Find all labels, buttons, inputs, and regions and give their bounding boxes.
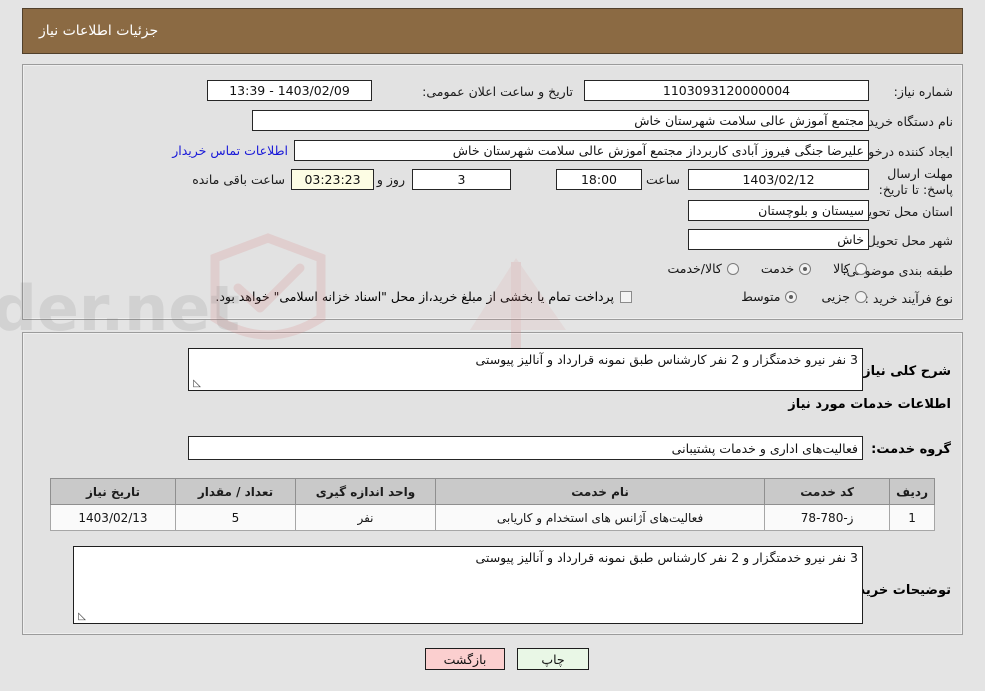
radio-icon[interactable]: [785, 290, 798, 303]
category-option-khedmat[interactable]: خدمت: [760, 261, 812, 276]
purchase-type-label: نوع فرآیند خرید :: [864, 291, 953, 306]
purchase-type-radio-group: جزیی متوسط: [741, 289, 867, 304]
category-option-kala-khedmat[interactable]: کالا/خدمت: [667, 261, 739, 276]
need-info-panel: [22, 64, 963, 320]
buyer-notes-textarea[interactable]: 3 نفر نیرو خدمتگزار و 2 نفر کارشناس طبق …: [73, 546, 863, 624]
category-option-label: کالا/خدمت: [667, 261, 722, 276]
treasury-bond-label: پرداخت تمام یا بخشی از مبلغ خرید،از محل …: [215, 289, 614, 304]
radio-icon[interactable]: [726, 262, 739, 275]
need-number-label: شماره نیاز:: [893, 84, 953, 99]
purchase-option-jozee[interactable]: جزیی: [821, 289, 867, 304]
need-desc-textarea[interactable]: 3 نفر نیرو خدمتگزار و 2 نفر کارشناس طبق …: [188, 348, 863, 391]
page-title: جزئیات اطلاعات نیاز: [39, 23, 159, 39]
buyer-notes-value: 3 نفر نیرو خدمتگزار و 2 نفر کارشناس طبق …: [475, 550, 859, 565]
resize-grip-icon[interactable]: ◺: [76, 612, 86, 622]
service-group-value: فعالیت‌های اداری و خدمات پشتیبانی: [188, 436, 863, 460]
cell-name: فعالیت‌های آژانس های استخدام و کاریابی: [434, 504, 766, 531]
page-root: AriaTender.net جزئیات اطلاعات نیاز شماره…: [0, 0, 985, 691]
resize-grip-icon[interactable]: ◺: [191, 379, 201, 389]
deadline-date-value: 1403/02/12: [688, 169, 869, 190]
print-button[interactable]: چاپ: [517, 648, 589, 670]
need-desc-label: شرح کلی نیاز:: [857, 364, 951, 379]
category-option-label: کالا: [833, 261, 850, 276]
deadline-hour-label: ساعت: [645, 172, 680, 187]
city-label: شهر محل تحویل:: [862, 233, 953, 248]
category-radio-group: کالا خدمت کالا/خدمت: [667, 261, 867, 276]
purchase-option-motavaset[interactable]: متوسط: [741, 289, 798, 304]
service-group-label: گروه خدمت:: [871, 442, 951, 457]
cell-code: ز-780-78: [764, 504, 891, 531]
radio-icon[interactable]: [855, 290, 867, 303]
th-name: نام خدمت: [434, 478, 766, 505]
category-option-label: خدمت: [760, 261, 795, 276]
table-row: 1 ز-780-78 فعالیت‌های آژانس های استخدام …: [50, 504, 935, 531]
th-row: ردیف: [889, 478, 935, 505]
remaining-days-value: 3: [412, 169, 511, 190]
th-quantity: تعداد / مقدار: [175, 478, 296, 505]
cell-row: 1: [889, 504, 935, 531]
deadline-label: مهلت ارسال پاسخ: تا تاریخ:: [878, 166, 953, 198]
radio-icon[interactable]: [799, 262, 812, 275]
creator-value: علیرضا جنگی فیروز آبادی کاربرداز مجتمع آ…: [294, 140, 869, 161]
window-title-bar: جزئیات اطلاعات نیاز: [22, 8, 963, 54]
announce-datetime-label: تاریخ و ساعت اعلان عمومی:: [422, 84, 573, 99]
table-header-row: ردیف کد خدمت نام خدمت واحد اندازه گیری ت…: [50, 478, 935, 505]
back-button[interactable]: بازگشت: [425, 648, 505, 670]
city-value: خاش: [688, 229, 869, 250]
need-number-value: 1103093120000004: [584, 80, 869, 101]
category-option-kala[interactable]: کالا: [833, 261, 867, 276]
cell-need-date: 1403/02/13: [50, 504, 176, 531]
buyer-org-value: مجتمع آموزش عالی سلامت شهرستان خاش: [252, 110, 869, 131]
countdown-value: 03:23:23: [291, 169, 374, 190]
announce-datetime-value: 1403/02/09 - 13:39: [207, 80, 372, 101]
buyer-contact-link[interactable]: اطلاعات تماس خریدار: [172, 143, 288, 158]
treasury-bond-checkbox-row[interactable]: پرداخت تمام یا بخشی از مبلغ خرید،از محل …: [215, 289, 632, 304]
th-unit: واحد اندازه گیری: [295, 478, 436, 505]
need-desc-value: 3 نفر نیرو خدمتگزار و 2 نفر کارشناس طبق …: [475, 352, 859, 367]
province-value: سیستان و بلوچستان: [688, 200, 869, 221]
services-table: ردیف کد خدمت نام خدمت واحد اندازه گیری ت…: [50, 478, 935, 531]
th-code: کد خدمت: [764, 478, 891, 505]
radio-icon[interactable]: [855, 262, 867, 275]
purchase-option-label: متوسط: [741, 289, 781, 304]
deadline-hour-value: 18:00: [556, 169, 642, 190]
province-label: استان محل تحویل:: [854, 204, 953, 219]
cell-unit: نفر: [295, 504, 436, 531]
services-heading: اطلاعات خدمات مورد نیاز: [788, 397, 951, 412]
buyer-org-label: نام دستگاه خریدار:: [854, 114, 953, 129]
countdown-label: ساعت باقی مانده: [192, 172, 285, 187]
checkbox-icon[interactable]: [620, 290, 632, 303]
cell-quantity: 5: [175, 504, 296, 531]
remaining-days-label: روز و: [376, 172, 405, 187]
purchase-option-label: جزیی: [821, 289, 850, 304]
th-need-date: تاریخ نیاز: [50, 478, 176, 505]
